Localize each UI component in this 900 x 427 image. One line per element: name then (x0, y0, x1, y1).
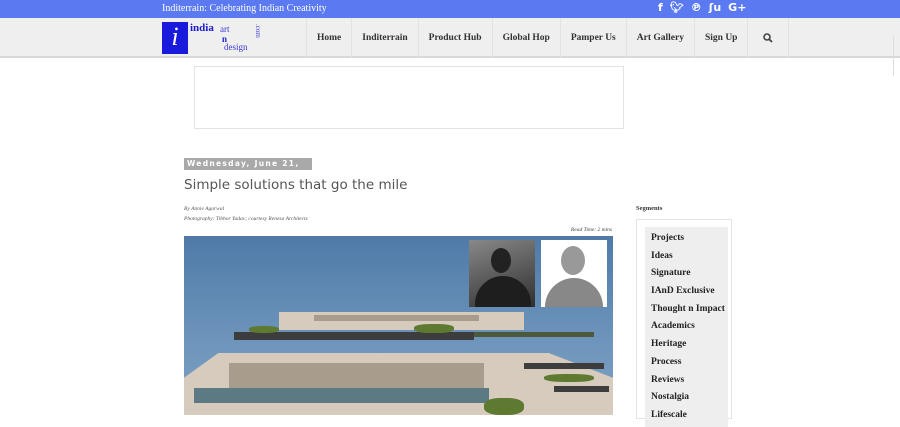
sidebar-title: Segments (636, 205, 663, 212)
nav-product-hub[interactable]: Product Hub (417, 18, 492, 58)
nav-global-hop[interactable]: Global Hop (491, 18, 560, 58)
site-logo[interactable]: i india art n design .com (162, 22, 262, 54)
byline: By Annie Agarwal (184, 206, 225, 212)
segment-link[interactable]: IAnD Exclusive (645, 283, 728, 301)
nav-inditerrain[interactable]: Inditerrain (351, 18, 417, 58)
segments-list: Projects Ideas Signature IAnD Exclusive … (636, 219, 732, 427)
ad-slot (194, 66, 624, 129)
facebook-icon[interactable]: f (658, 1, 663, 14)
twitter-icon[interactable]: 🐦︎ (670, 1, 684, 14)
segment-link[interactable]: Heritage (645, 336, 728, 354)
segment-link[interactable]: Process (645, 354, 728, 372)
logo-text: .com (254, 24, 262, 38)
segment-link[interactable]: Reviews (645, 372, 728, 390)
top-bar: Inditerrain: Celebrating Indian Creativi… (0, 0, 900, 18)
nav-pamper-us[interactable]: Pamper Us (559, 18, 626, 58)
architect-portrait (541, 240, 607, 307)
segment-link[interactable]: Academics (645, 318, 728, 336)
stumbleupon-icon[interactable]: ʃu (709, 1, 721, 14)
logo-text: art (220, 24, 230, 34)
main-nav: i india art n design .com Home Inditerra… (0, 18, 900, 76)
google-plus-icon[interactable]: G+ (728, 1, 746, 14)
segment-link[interactable]: Projects (645, 230, 728, 248)
pinterest-icon[interactable]: ℗ (691, 1, 702, 14)
nav-art-gallery[interactable]: Art Gallery (625, 18, 694, 58)
nav-sign-up[interactable]: Sign Up (693, 18, 747, 58)
logo-text: india (190, 22, 214, 34)
segment-link[interactable]: Thought n Impact (645, 301, 728, 319)
post-hero-image (184, 236, 613, 415)
logo-mark: i (162, 22, 188, 54)
logo-text: design (224, 42, 248, 52)
post-date: Wednesday, June 21, 2017 (184, 158, 312, 180)
read-time: Read Time: 2 mins (570, 227, 612, 233)
post-title[interactable]: Simple solutions that go the mile (184, 177, 407, 193)
photo-credit: Photography: Tibhor Yadav; courtesy Rene… (184, 216, 308, 222)
social-links: f 🐦︎ ℗ ʃu G+ (658, 1, 746, 14)
search-icon[interactable] (747, 18, 790, 58)
segment-link[interactable]: Lifescale (645, 407, 728, 425)
tagline: Inditerrain: Celebrating Indian Creativi… (162, 3, 327, 14)
divider (893, 36, 894, 76)
segment-link[interactable]: Ideas (645, 248, 728, 266)
segment-link[interactable]: Signature (645, 265, 728, 283)
segment-link[interactable]: Nostalgia (645, 389, 728, 407)
nav-home[interactable]: Home (306, 18, 351, 58)
architect-portrait (469, 240, 535, 307)
